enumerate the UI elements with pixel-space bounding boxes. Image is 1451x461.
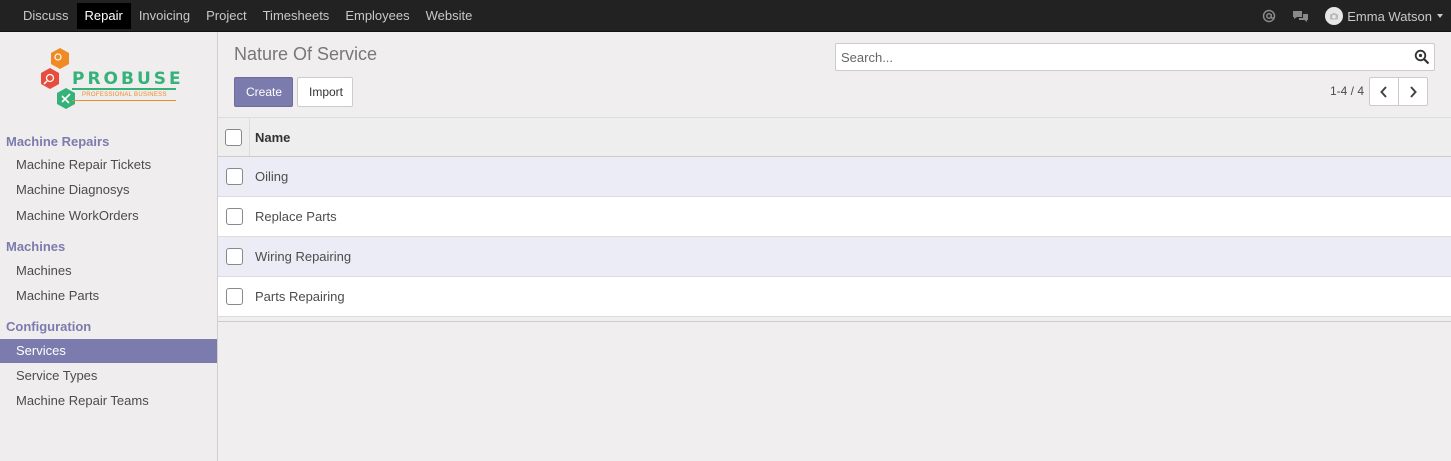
search-icon[interactable]: [1414, 49, 1430, 68]
row-checkbox-cell: [218, 197, 250, 236]
user-name: Emma Watson: [1347, 8, 1432, 24]
table-row[interactable]: Parts Repairing: [218, 277, 1451, 317]
row-name[interactable]: Oiling: [250, 169, 288, 184]
pager-value[interactable]: 1-4 / 4: [1330, 84, 1364, 98]
chevron-left-icon: [1380, 85, 1387, 98]
top-right-area: Emma Watson: [1262, 0, 1443, 32]
sidebar-item-machine-diagnosys[interactable]: Machine Diagnosys: [0, 178, 217, 202]
chat-icon[interactable]: [1292, 10, 1309, 23]
select-all-cell: [218, 118, 250, 156]
topnav-invoicing[interactable]: Invoicing: [131, 3, 198, 29]
topnav-discuss[interactable]: Discuss: [15, 3, 77, 29]
list-table: Name Oiling Replace Parts Wiring Repairi…: [218, 117, 1451, 322]
logo-tagline: PROFESSIONAL BUSINESS: [82, 92, 167, 98]
sidebar-item-service-types[interactable]: Service Types: [0, 364, 217, 388]
search-input[interactable]: [836, 44, 1396, 70]
sidebar-item-machines[interactable]: Machines: [0, 259, 217, 283]
topnav-website[interactable]: Website: [418, 3, 481, 29]
row-checkbox-cell: [218, 157, 250, 196]
section-machine-repairs: Machine Repairs: [6, 134, 110, 149]
app-menu: Discuss Repair Invoicing Project Timeshe…: [15, 3, 480, 29]
table-header: Name: [218, 117, 1451, 157]
import-button[interactable]: Import: [297, 77, 353, 107]
pager-next-button[interactable]: [1398, 77, 1428, 106]
pager-previous-button[interactable]: [1369, 77, 1399, 106]
row-checkbox-cell: [218, 277, 250, 316]
sidebar: PROBUSE PROFESSIONAL BUSINESS Machine Re…: [0, 32, 218, 461]
row-checkbox[interactable]: [225, 248, 243, 265]
section-configuration: Configuration: [6, 319, 92, 334]
row-name[interactable]: Wiring Repairing: [250, 249, 351, 264]
user-menu[interactable]: Emma Watson: [1325, 7, 1443, 25]
caret-down-icon: [1437, 14, 1443, 18]
table-footer: [218, 317, 1451, 322]
sidebar-item-machine-parts[interactable]: Machine Parts: [0, 284, 217, 308]
topnav-employees[interactable]: Employees: [337, 3, 417, 29]
top-bar: Discuss Repair Invoicing Project Timeshe…: [0, 0, 1451, 32]
chevron-right-icon: [1410, 85, 1417, 98]
row-checkbox-cell: [218, 237, 250, 276]
topnav-repair[interactable]: Repair: [76, 3, 131, 29]
page-title: Nature Of Service: [234, 44, 378, 64]
sidebar-item-services[interactable]: Services: [0, 339, 217, 363]
row-checkbox[interactable]: [225, 168, 243, 185]
topnav-project[interactable]: Project: [198, 3, 254, 29]
section-machines: Machines: [6, 239, 66, 254]
column-header-name[interactable]: Name: [250, 130, 290, 145]
select-all-checkbox[interactable]: [225, 128, 242, 146]
sidebar-item-machine-workorders[interactable]: Machine WorkOrders: [0, 204, 217, 228]
logo-rule-2: [72, 100, 176, 101]
company-logo[interactable]: PROBUSE PROFESSIONAL BUSINESS: [36, 46, 186, 118]
table-row[interactable]: Replace Parts: [218, 197, 1451, 237]
search-box: [835, 43, 1435, 71]
at-icon[interactable]: [1262, 9, 1276, 23]
topnav-timesheets[interactable]: Timesheets: [255, 3, 338, 29]
row-name[interactable]: Replace Parts: [250, 209, 337, 224]
row-checkbox[interactable]: [225, 288, 243, 305]
table-row[interactable]: Oiling: [218, 157, 1451, 197]
logo-brand: PROBUSE: [72, 69, 184, 89]
row-name[interactable]: Parts Repairing: [250, 289, 345, 304]
avatar: [1325, 7, 1344, 25]
sidebar-item-machine-repair-teams[interactable]: Machine Repair Teams: [0, 389, 217, 413]
sidebar-item-machine-repair-tickets[interactable]: Machine Repair Tickets: [0, 153, 217, 177]
create-button[interactable]: Create: [234, 77, 293, 107]
table-row[interactable]: Wiring Repairing: [218, 237, 1451, 277]
row-checkbox[interactable]: [225, 208, 243, 225]
